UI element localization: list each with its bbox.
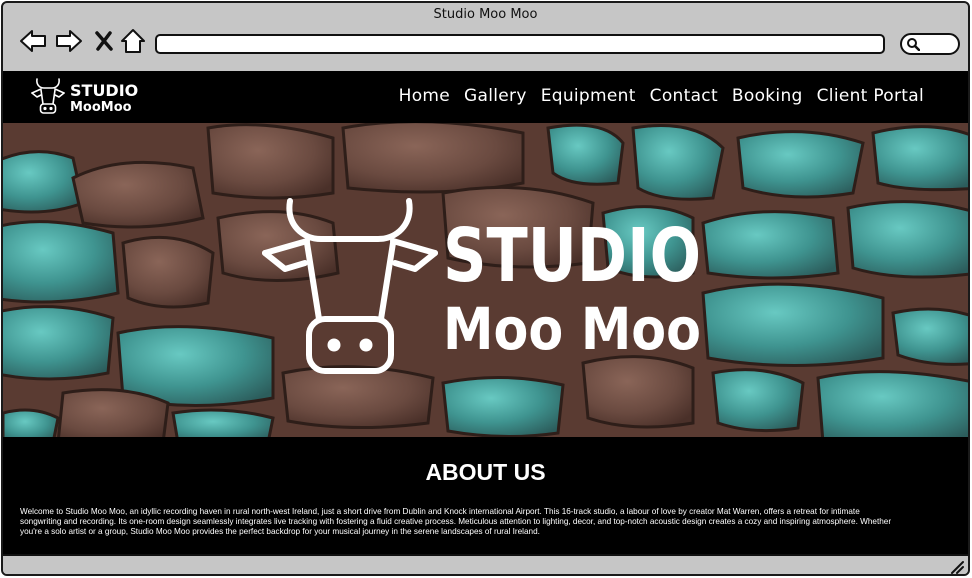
hero-title-line2: Moo Moo (443, 295, 701, 363)
browser-toolbar (3, 25, 968, 69)
logo-line1: STUDIO (70, 81, 138, 100)
nav-home[interactable]: Home (399, 84, 450, 108)
nav-contact[interactable]: Contact (650, 84, 718, 108)
forward-arrow-icon[interactable] (53, 25, 85, 57)
window-title: Studio Moo Moo (433, 7, 538, 22)
hero-banner: STUDIO Moo Moo (3, 123, 968, 437)
resize-grip-icon[interactable] (948, 558, 964, 574)
browser-window: Studio Moo Moo STUDIO MooMoo Home Galler… (1, 1, 970, 576)
hero-title-line1: STUDIO (443, 213, 701, 299)
back-arrow-icon[interactable] (17, 25, 49, 57)
logo-line2: MooMoo (70, 100, 132, 115)
address-bar[interactable] (155, 34, 885, 54)
nav-equipment[interactable]: Equipment (541, 84, 636, 108)
site-logo[interactable]: STUDIO MooMoo (29, 77, 139, 117)
stone-wall-background: STUDIO Moo Moo (3, 123, 968, 437)
page-viewport: STUDIO MooMoo Home Gallery Equipment Con… (3, 71, 968, 554)
nav-client-portal[interactable]: Client Portal (817, 84, 924, 108)
close-x-icon[interactable] (88, 25, 120, 57)
search-icon (907, 38, 920, 51)
about-body: Welcome to Studio Moo Moo, an idyllic re… (20, 507, 892, 537)
site-header: STUDIO MooMoo Home Gallery Equipment Con… (3, 71, 968, 123)
about-section: ABOUT US Welcome to Studio Moo Moo, an i… (3, 437, 968, 554)
nav-gallery[interactable]: Gallery (464, 84, 527, 108)
home-icon[interactable] (117, 25, 149, 57)
status-bar (3, 554, 968, 574)
main-nav: Home Gallery Equipment Contact Booking C… (399, 84, 924, 108)
nav-booking[interactable]: Booking (732, 84, 803, 108)
about-heading: ABOUT US (425, 459, 546, 485)
browser-search-box[interactable] (900, 33, 960, 55)
cow-head-icon (31, 78, 65, 114)
